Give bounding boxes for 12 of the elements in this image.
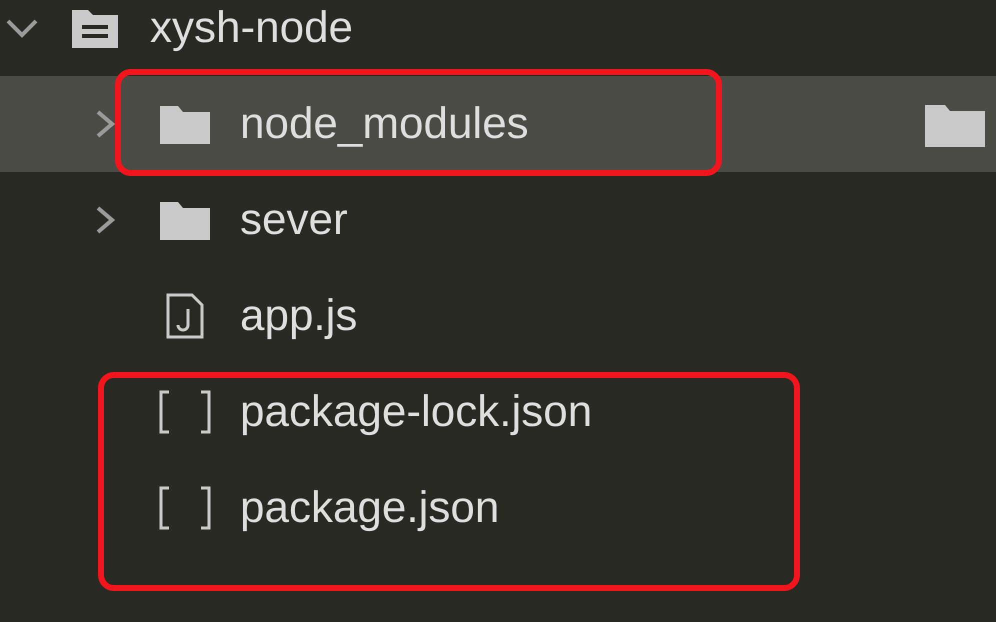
tree-row[interactable]: node_modules [0,76,996,172]
brackets-icon [157,486,213,530]
tree-row[interactable]: sever [0,172,996,268]
brackets-icon [157,390,213,434]
tree-row[interactable]: package.json [0,460,996,556]
tree-row[interactable]: app.js [0,268,996,364]
chevron-right-icon[interactable] [95,109,115,139]
chevron-right-icon[interactable] [95,205,115,235]
file-icon [164,293,206,339]
chevron-down-icon[interactable] [5,18,39,38]
tree-row[interactable]: xysh-node [0,0,996,76]
tree-row[interactable]: package-lock.json [0,364,996,460]
